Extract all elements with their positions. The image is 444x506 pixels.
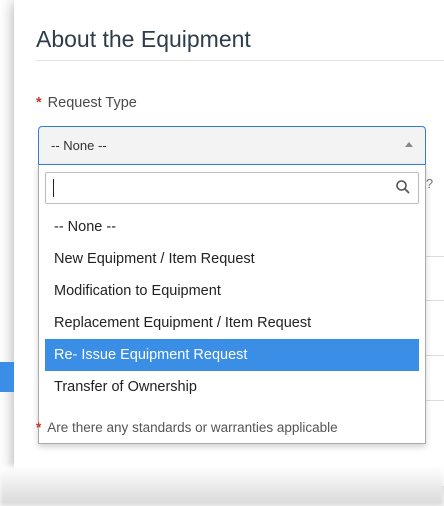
required-marker: * [36, 95, 42, 111]
background-divider [424, 355, 444, 356]
form-card: About the Equipment *Request Type nt? --… [14, 0, 444, 486]
request-type-select[interactable]: -- None -- [38, 126, 426, 165]
background-blue-button-edge [0, 362, 14, 392]
dropdown-search-input[interactable] [45, 172, 419, 204]
search-icon [396, 180, 410, 194]
dropdown-options: -- None -- New Equipment / Item Request … [39, 211, 425, 403]
request-type-label-text: Request Type [47, 95, 137, 111]
bottom-shadow [0, 466, 444, 506]
background-divider [424, 300, 444, 301]
dropdown-option[interactable]: New Equipment / Item Request [45, 243, 419, 275]
dropdown-option[interactable]: Transfer of Ownership [45, 371, 419, 403]
standards-question-text: Are there any standards or warranties ap… [47, 420, 338, 435]
section-title: About the Equipment [36, 26, 251, 52]
background-divider [424, 256, 444, 257]
dropdown-option[interactable]: Replacement Equipment / Item Request [45, 307, 419, 339]
request-type-dropdown: -- None -- New Equipment / Item Request … [38, 164, 426, 444]
standards-question-label: * Are there any standards or warranties a… [36, 420, 338, 435]
caret-up-icon[interactable] [405, 142, 413, 147]
section-divider [36, 60, 444, 61]
text-cursor [53, 179, 54, 197]
background-divider [424, 400, 444, 401]
dropdown-option-highlighted[interactable]: Re- Issue Equipment Request [45, 339, 419, 371]
dropdown-option[interactable]: -- None -- [45, 211, 419, 243]
select-current-value: -- None -- [51, 138, 107, 153]
dropdown-option[interactable]: Modification to Equipment [45, 275, 419, 307]
required-marker: * [36, 420, 42, 435]
request-type-label: * Request Type [36, 95, 137, 111]
